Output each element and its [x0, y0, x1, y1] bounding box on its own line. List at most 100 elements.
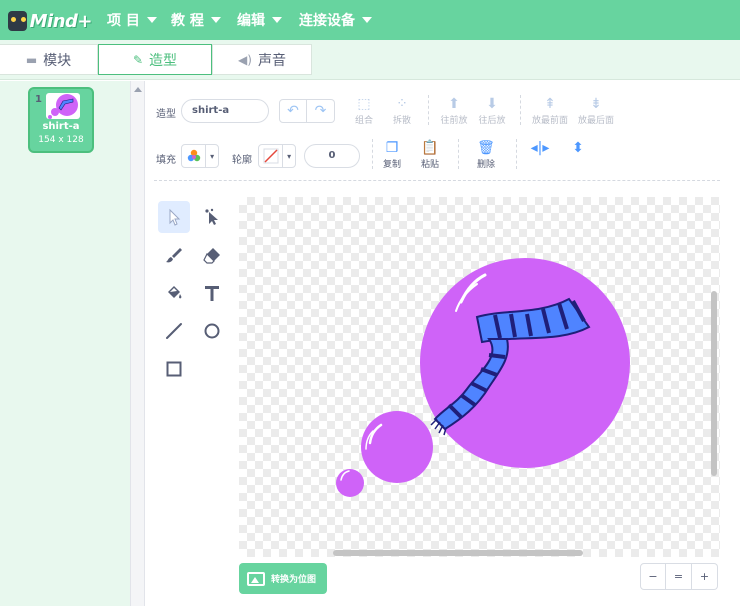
paste-button[interactable]: 📋 粘贴: [410, 139, 450, 175]
outline-color-picker[interactable]: ▾: [258, 144, 296, 168]
copy-button[interactable]: ❐ 复制: [372, 139, 412, 175]
paint-canvas[interactable]: [239, 197, 720, 557]
toolbar-divider: [520, 95, 521, 125]
flip-vertical-icon: ⬍: [572, 140, 584, 156]
text-icon: [205, 286, 219, 301]
convert-to-bitmap-button[interactable]: 转换为位图: [239, 563, 327, 594]
send-back-button[interactable]: ⇟ 放最后面: [574, 95, 618, 131]
menu-tutorial[interactable]: 教 程: [171, 10, 221, 30]
bring-front-button[interactable]: ⇞ 放最前面: [528, 95, 572, 131]
reshape-icon: [205, 208, 218, 225]
menu-connect-device[interactable]: 连接设备: [299, 10, 372, 30]
zoom-out-icon: −: [648, 570, 658, 583]
tab-blocks-label: 模块: [43, 52, 72, 69]
toolbar-divider: [458, 139, 459, 169]
mindplus-logo[interactable]: Mind+: [8, 8, 93, 34]
costume-list-scrollbar[interactable]: [130, 81, 145, 606]
undo-icon: ↶: [287, 103, 299, 119]
fill-tool[interactable]: [158, 277, 190, 309]
flip-horizontal-icon: ◂|▸: [530, 140, 550, 156]
redo-button[interactable]: ↷: [307, 99, 335, 123]
front-label: 放最前面: [531, 116, 568, 126]
select-tool[interactable]: [158, 201, 190, 233]
bring-front-icon: ⇞: [544, 96, 556, 112]
small-bubble: [336, 469, 364, 497]
no-outline-swatch-icon: [259, 145, 282, 167]
costume-name-input[interactable]: shirt-a: [181, 99, 269, 123]
paste-label: 粘贴: [420, 160, 439, 170]
zoom-controls: − = +: [640, 563, 718, 590]
zoom-in-button[interactable]: +: [692, 563, 718, 590]
caret-down-icon: [210, 17, 221, 23]
fill-label: 填充: [156, 155, 176, 166]
outline-width-input[interactable]: 0: [304, 144, 360, 168]
medium-bubble: [361, 411, 433, 483]
costume-thumbnail: [46, 93, 80, 119]
costume-size: 154 x 128: [38, 135, 84, 145]
toolbar-divider: [428, 95, 429, 125]
costume-artwork: [336, 258, 630, 497]
group-button[interactable]: ⬚ 组合: [344, 95, 384, 131]
eraser-tool[interactable]: [196, 239, 228, 271]
menu-edit[interactable]: 编辑: [237, 10, 282, 30]
chevron-down-icon: ▾: [282, 145, 295, 167]
image-icon: [247, 571, 265, 586]
menu-tutorial-label: 教 程: [171, 13, 204, 29]
menu-project[interactable]: 项 目: [107, 10, 157, 30]
speaker-icon: ◀): [238, 52, 252, 67]
fill-color-picker[interactable]: ▾: [181, 144, 219, 168]
circle-tool[interactable]: [196, 315, 228, 347]
zoom-reset-button[interactable]: =: [666, 563, 692, 590]
copy-label: 复制: [382, 160, 401, 170]
select-arrow-icon: [169, 208, 181, 226]
zoom-out-button[interactable]: −: [640, 563, 666, 590]
chevron-down-icon: ▾: [205, 145, 218, 167]
flip-vertical-button[interactable]: ⬍: [558, 139, 598, 175]
tab-sounds[interactable]: ◀) 声音: [212, 44, 312, 75]
ungroup-button[interactable]: ⁘ 拆散: [382, 95, 422, 131]
costume-card[interactable]: 1 shirt-a 154 x 128: [28, 87, 94, 153]
reshape-tool[interactable]: [196, 201, 228, 233]
fill-swatch-icon: [182, 145, 205, 167]
tab-blocks[interactable]: ▬ 模块: [0, 44, 98, 75]
large-bubble: [420, 258, 630, 468]
trash-icon: 🗑: [477, 140, 495, 156]
line-tool[interactable]: [158, 315, 190, 347]
text-tool[interactable]: [196, 277, 228, 309]
costume-name-label: 造型: [156, 109, 176, 120]
group-label: 组合: [354, 116, 373, 126]
rectangle-tool[interactable]: [158, 353, 190, 385]
toolbar-separator: [154, 180, 720, 181]
tab-costumes[interactable]: ✎ 造型: [98, 44, 212, 75]
undo-button[interactable]: ↶: [279, 99, 307, 123]
brush-tool[interactable]: [158, 239, 190, 271]
costume-index: 1: [35, 94, 42, 105]
toolbar-divider: [516, 139, 517, 169]
canvas-horizontal-scrollbar[interactable]: [333, 550, 583, 556]
blocks-icon: ▬: [25, 52, 38, 67]
copy-icon: ❐: [385, 140, 399, 156]
send-back-icon: ⇟: [590, 96, 602, 112]
arrow-up-icon: ⬆: [448, 96, 460, 112]
ungroup-label: 拆散: [392, 116, 411, 126]
group-icon: ⬚: [357, 96, 371, 112]
menu-connect-label: 连接设备: [299, 13, 355, 29]
eraser-icon: [203, 248, 220, 264]
redo-icon: ↷: [314, 103, 327, 119]
paste-icon: 📋: [421, 140, 439, 156]
canvas-vertical-scrollbar[interactable]: [711, 291, 717, 476]
outline-label: 轮廓: [232, 155, 252, 166]
arrow-down-icon: ⬇: [486, 96, 498, 112]
flip-horizontal-button[interactable]: ◂|▸: [520, 139, 560, 175]
brush-icon: [166, 248, 182, 263]
convert-label: 转换为位图: [271, 575, 317, 585]
editor-tabs: ▬ 模块 ✎ 造型 ◀) 声音: [0, 40, 740, 80]
zoom-reset-icon: =: [673, 570, 684, 583]
forward-button[interactable]: ⬆ 往前放: [434, 95, 474, 131]
backward-button[interactable]: ⬇ 往后放: [472, 95, 512, 131]
delete-button[interactable]: 🗑 删除: [466, 139, 506, 175]
fill-bucket-icon: [168, 286, 182, 299]
scroll-up-icon[interactable]: [134, 87, 142, 92]
costume-list: 1 shirt-a 154 x 128: [0, 81, 130, 606]
caret-down-icon: [362, 17, 372, 23]
